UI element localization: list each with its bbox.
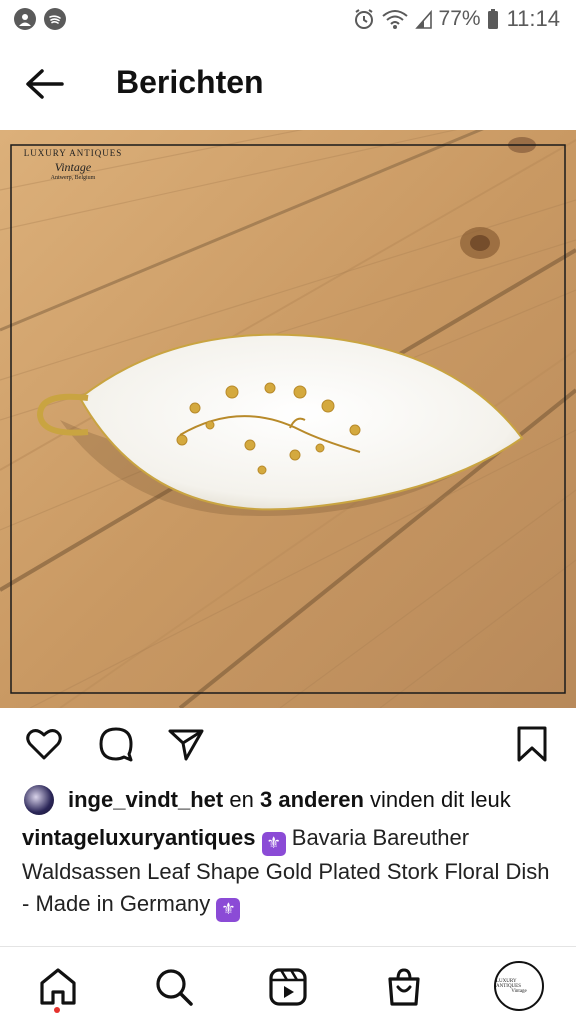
back-button[interactable]: [22, 64, 68, 104]
profile-tagline: Vintage: [511, 988, 527, 994]
post-actions: [0, 718, 576, 770]
comment-icon: [99, 727, 133, 762]
liker-username[interactable]: inge_vindt_het: [68, 787, 223, 813]
fleur-de-lis-emoji: ⚜: [261, 832, 286, 856]
share-button[interactable]: [166, 724, 206, 764]
shop-icon: [388, 968, 420, 1006]
watermark-logo: LUXURY ANTIQUES Vintage Antwerp, Belgium: [18, 148, 128, 181]
home-icon: [40, 968, 76, 1005]
watermark-brand: LUXURY ANTIQUES: [23, 148, 123, 158]
likes-row[interactable]: inge_vindt_het en 3 anderen vinden dit l…: [24, 784, 564, 816]
spotify-icon: [44, 8, 66, 30]
save-button[interactable]: [512, 724, 552, 764]
clock: 11:14: [506, 6, 560, 31]
likes-suffix: vinden dit leuk: [370, 787, 511, 812]
page-title: Berichten: [116, 64, 264, 100]
account-circle-icon: [14, 8, 36, 30]
liker-avatar[interactable]: [24, 785, 54, 815]
watermark-location: Antwerp, Belgium: [50, 175, 96, 181]
watermark-tagline: Vintage: [54, 160, 92, 174]
likes-connector: en: [229, 787, 254, 812]
battery-percentage: 77%: [438, 7, 481, 30]
reels-icon: [269, 968, 307, 1006]
wooden-table-photo: [0, 130, 576, 708]
signal-icon: [414, 9, 432, 29]
wifi-icon: [381, 10, 408, 29]
nav-home[interactable]: [36, 965, 80, 1009]
fleur-de-lis-emoji-end: ⚜: [216, 898, 241, 922]
nav-search[interactable]: [152, 965, 196, 1009]
profile-avatar[interactable]: LUXURY ANTIQUES Vintage: [494, 961, 544, 1011]
likes-others[interactable]: 3 anderen: [260, 787, 364, 813]
heart-icon: [26, 729, 62, 760]
bottom-nav: LUXURY ANTIQUES Vintage: [0, 947, 576, 1024]
like-button[interactable]: [24, 724, 64, 764]
notification-dot: [54, 1007, 60, 1013]
post-caption: vintageluxuryantiques ⚜ Bavaria Bareuthe…: [22, 822, 562, 922]
battery-icon: [487, 9, 498, 29]
nav-reels[interactable]: [266, 965, 310, 1009]
post-image[interactable]: LUXURY ANTIQUES Vintage Antwerp, Belgium: [0, 130, 576, 708]
search-icon: [156, 969, 193, 1006]
share-icon: [168, 729, 204, 761]
comment-button[interactable]: [96, 724, 136, 764]
caption-author[interactable]: vintageluxuryantiques: [22, 825, 256, 850]
alarm-icon: [354, 9, 373, 29]
bookmark-icon: [517, 726, 547, 762]
arrow-left-icon: [26, 69, 64, 99]
nav-shop[interactable]: [382, 965, 426, 1009]
header: Berichten: [0, 40, 576, 130]
status-bar: 77% 11:14: [0, 0, 576, 40]
profile-brand: LUXURY ANTIQUES: [496, 978, 521, 989]
